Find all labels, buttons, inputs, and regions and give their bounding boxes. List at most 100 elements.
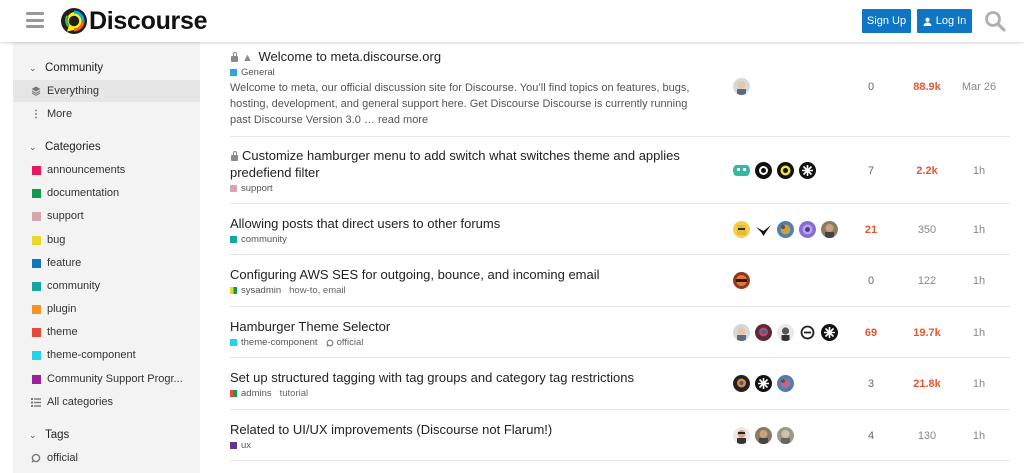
lock-icon <box>230 151 239 161</box>
layers-icon <box>31 86 41 96</box>
sidebar-item-announcements[interactable]: announcements <box>13 159 200 181</box>
sidebar-item-everything[interactable]: Everything <box>13 80 200 102</box>
sidebar-item-theme[interactable]: theme <box>13 321 200 343</box>
avatar[interactable] <box>777 221 794 238</box>
sidebar-item-label: documentation <box>47 187 120 199</box>
avatar[interactable] <box>821 324 838 341</box>
category-label: admins <box>241 388 272 399</box>
topic-category[interactable]: theme-component official <box>230 337 363 348</box>
sidebar-item-community[interactable]: community <box>13 275 200 297</box>
topic-category[interactable]: community <box>230 234 287 245</box>
avatar[interactable] <box>733 78 750 95</box>
category-label: community <box>241 234 287 245</box>
topic-title-link[interactable]: Configuring AWS SES for outgoing, bounce… <box>230 266 600 283</box>
topic-tags[interactable]: tutorial <box>280 388 309 399</box>
view-count: 19.7k <box>913 327 941 339</box>
sign-up-label: Sign Up <box>866 15 907 27</box>
topic-posters <box>733 324 843 341</box>
sidebar-section-tags[interactable]: ⌄ Tags <box>13 424 200 446</box>
topic-title-link[interactable]: Set up structured tagging with tag group… <box>230 369 634 386</box>
activity-time[interactable]: 1h <box>958 327 1000 339</box>
topic-row[interactable]: Allowing posts that direct users to othe… <box>230 204 1010 255</box>
topic-title-link[interactable]: Allowing posts that direct users to othe… <box>230 215 500 232</box>
view-count: 130 <box>917 430 937 442</box>
sidebar-section-community[interactable]: ⌄ Community <box>13 57 200 79</box>
site-logo[interactable]: Discourse <box>60 6 207 36</box>
avatar[interactable] <box>777 162 794 179</box>
sign-up-button[interactable]: Sign Up <box>862 9 911 33</box>
chevron-down-icon: ⌄ <box>29 141 37 152</box>
topic-title: Allowing posts that direct users to othe… <box>230 216 501 231</box>
topic-title-link[interactable]: Hamburger Theme Selector <box>230 318 390 335</box>
reply-count[interactable]: 7 <box>851 165 891 177</box>
reply-count[interactable]: 4 <box>851 430 891 442</box>
avatar[interactable] <box>733 162 750 179</box>
topic-row[interactable]: Related to UI/UX improvements (Discourse… <box>230 410 1010 461</box>
avatar[interactable] <box>755 162 772 179</box>
topic-excerpt: Welcome to meta, our official discussion… <box>230 82 690 126</box>
avatar[interactable] <box>733 375 750 392</box>
sidebar-item-community-support-program[interactable]: Community Support Progr... <box>13 368 200 390</box>
activity-time[interactable]: 1h <box>958 224 1000 236</box>
topic-row[interactable]: Set up structured tagging with tag group… <box>230 358 1010 410</box>
activity-time[interactable]: 1h <box>958 165 1000 177</box>
avatar[interactable] <box>799 221 816 238</box>
topic-title-link[interactable]: ▲ Welcome to meta.discourse.org <box>230 48 441 67</box>
avatar[interactable] <box>799 162 816 179</box>
reply-count[interactable]: 21 <box>851 224 891 236</box>
avatar[interactable] <box>755 324 772 341</box>
activity-time[interactable]: Mar 26 <box>958 81 1000 93</box>
sidebar-item-all-categories[interactable]: All categories <box>13 391 200 413</box>
activity-time[interactable]: 1h <box>958 378 1000 390</box>
topic-title-link[interactable]: Related to UI/UX improvements (Discourse… <box>230 421 552 438</box>
avatar[interactable] <box>799 324 816 341</box>
sidebar-item-bug[interactable]: bug <box>13 229 200 251</box>
log-in-button[interactable]: Log In <box>917 9 972 33</box>
category-color-swatch <box>31 374 41 384</box>
avatar[interactable] <box>777 375 794 392</box>
sidebar-item-plugin[interactable]: plugin <box>13 298 200 320</box>
sidebar-item-more[interactable]: ⋮ More <box>13 103 200 125</box>
hamburger-menu-icon[interactable] <box>26 12 44 28</box>
topic-title-link[interactable]: Customize hamburger menu to add switch w… <box>230 147 700 181</box>
avatar[interactable] <box>733 272 750 289</box>
avatar[interactable] <box>733 324 750 341</box>
topic-row[interactable]: Customize hamburger menu to add switch w… <box>230 137 1010 204</box>
activity-time[interactable]: 1h <box>958 275 1000 287</box>
reply-count[interactable]: 69 <box>851 327 891 339</box>
avatar[interactable] <box>733 221 750 238</box>
avatar[interactable] <box>821 221 838 238</box>
topic-row[interactable]: ▲ Welcome to meta.discourse.org General … <box>230 42 1010 137</box>
category-color-swatch <box>230 185 237 192</box>
avatar[interactable] <box>777 324 794 341</box>
search-icon[interactable] <box>984 10 1006 32</box>
topic-tags[interactable]: official <box>325 337 363 348</box>
avatar[interactable] <box>755 221 772 238</box>
sidebar-item-documentation[interactable]: documentation <box>13 182 200 204</box>
reply-count[interactable]: 3 <box>851 378 891 390</box>
sidebar-section-categories[interactable]: ⌄ Categories <box>13 136 200 158</box>
sidebar-item-theme-component[interactable]: theme-component <box>13 344 200 366</box>
reply-count[interactable]: 0 <box>851 275 891 287</box>
avatar[interactable] <box>755 375 772 392</box>
topic-category[interactable]: sysadmin how-to, email <box>230 285 346 296</box>
topic-category[interactable]: admins tutorial <box>230 388 308 399</box>
topic-title: Set up structured tagging with tag group… <box>230 370 634 385</box>
topic-category[interactable]: ux <box>230 440 251 451</box>
reply-count[interactable]: 0 <box>851 81 891 93</box>
topic-category[interactable]: support <box>230 183 273 194</box>
sidebar-item-feature[interactable]: feature <box>13 252 200 274</box>
sidebar-heading-community: Community <box>45 62 104 74</box>
activity-time[interactable]: 1h <box>958 430 1000 442</box>
avatar[interactable] <box>733 427 750 444</box>
view-count: 88.9k <box>913 81 941 93</box>
topic-tags[interactable]: how-to, email <box>289 285 346 296</box>
sidebar-item-support[interactable]: support <box>13 205 200 227</box>
sidebar-item-tag-official[interactable]: official <box>13 447 200 469</box>
avatar[interactable] <box>755 427 772 444</box>
topic-row[interactable]: Configuring AWS SES for outgoing, bounce… <box>230 255 1010 307</box>
topic-row[interactable]: Hamburger Theme Selector theme-component… <box>230 307 1010 358</box>
logo-text: Discourse <box>89 6 208 35</box>
avatar[interactable] <box>777 427 794 444</box>
topic-category[interactable]: General <box>230 67 275 78</box>
